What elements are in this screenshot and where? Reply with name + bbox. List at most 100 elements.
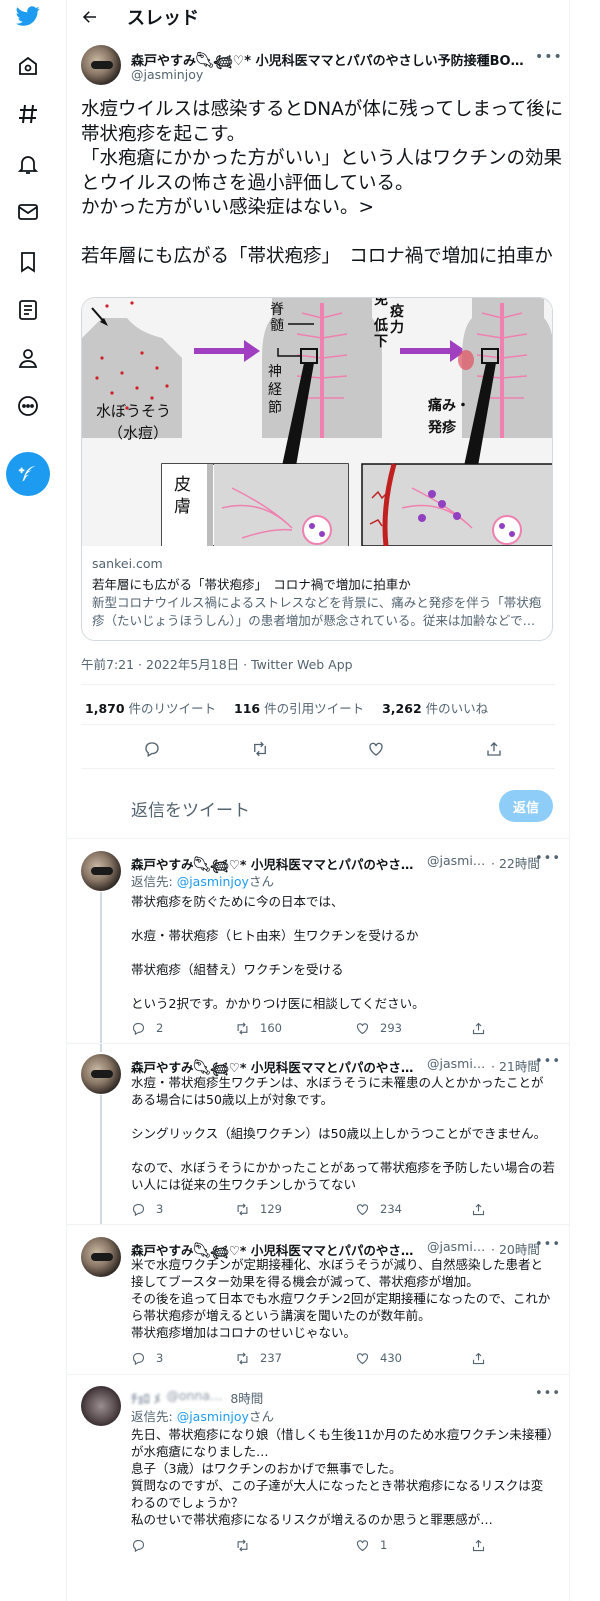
retweet-count[interactable]: 1,870 [85,701,125,716]
like-count: 234 [380,1202,402,1216]
more-options-icon[interactable]: ••• [535,50,562,69]
like-action[interactable]: 234 [355,1200,402,1218]
share-icon[interactable] [481,736,507,762]
svg-text:脊: 脊 [270,302,284,318]
tweet-author: 森戸やすみ𓆡𓆉♡* 小児科医ママとパパのやさしい予防接種BOOK @jasmin… [81,45,562,87]
divider [81,768,555,769]
retweet-icon [237,1538,248,1552]
lists-icon[interactable] [8,290,48,330]
svg-text:痛み・: 痛み・ [427,397,470,414]
share-action[interactable] [471,1349,496,1367]
retweet-action[interactable]: 129 [235,1200,282,1218]
share-icon [472,1022,485,1034]
like-action[interactable]: 430 [355,1349,402,1367]
mention-link[interactable]: @jasminjoy [177,1409,249,1424]
bookmarks-icon[interactable] [8,242,48,282]
reply-text: 米で水痘ワクチンが定期接種化、水ぼうそうが減り、自然感染した患者と接してブースタ… [131,1257,551,1340]
reply-count: 3 [156,1202,164,1216]
more-options-icon[interactable]: ••• [535,1237,561,1252]
profile-icon[interactable] [8,338,48,378]
share-icon [472,1352,485,1364]
svg-text:節: 節 [268,399,282,416]
retweet-label[interactable]: 件のリツイート [129,701,217,716]
tweet-actions [81,736,555,762]
more-circle-icon[interactable] [8,386,48,426]
avatar[interactable] [81,45,121,85]
more-options-icon[interactable]: ••• [535,1386,561,1401]
author-handle[interactable]: @jasminjoy [131,67,203,82]
svg-text:経: 経 [268,382,282,398]
share-icon [472,1539,485,1551]
svg-text:力: 力 [390,319,404,336]
reply-actions: 2 160 293 [131,1019,555,1037]
retweet-count: 237 [260,1351,282,1365]
share-action[interactable] [471,1200,496,1218]
like-action[interactable]: 1 [355,1536,387,1554]
more-options-icon[interactable]: ••• [535,851,561,866]
notifications-bell-icon[interactable] [8,144,48,184]
like-heart-icon [356,1022,369,1034]
reply-text: 水痘・帯状疱疹生ワクチンは、水ぼうそうに未罹患の人とかかったことがある場合には5… [131,1075,555,1192]
thread-line [100,1095,102,1225]
quote-label[interactable]: 件の引用ツイート [264,701,364,716]
share-action[interactable] [471,1536,496,1554]
retweet-icon [237,1351,248,1365]
reply-count: 3 [156,1351,164,1365]
share-action[interactable] [471,1019,496,1037]
share-icon [472,1203,485,1215]
reply-action[interactable]: 3 [131,1200,163,1218]
reply-action[interactable] [131,1536,156,1554]
reply-author-name[interactable]: ﾁｮﾛ ﾒ [131,1388,160,1407]
avatar[interactable] [81,1386,121,1426]
twitter-logo-icon[interactable] [8,0,48,36]
retweet-action[interactable]: 160 [235,1019,282,1037]
reply-time[interactable]: 8時間 [230,1388,263,1407]
avatar[interactable] [81,851,121,891]
explore-hashtag-icon[interactable] [8,94,48,134]
divider [67,1224,569,1225]
like-action[interactable]: 293 [355,1019,402,1037]
retweet-count: 129 [260,1202,282,1216]
avatar[interactable] [81,1237,121,1277]
tweet-text: 水痘ウイルスは感染するとDNAが体に残ってしまって後に帯状疱疹を起こす。 「水疱… [81,99,564,267]
retweet-icon[interactable] [247,736,273,762]
reply-author-handle[interactable]: @onnagi736 [166,1388,228,1407]
svg-text:神: 神 [268,364,282,380]
back-arrow-icon[interactable] [81,5,105,29]
like-label[interactable]: 件のいいね [426,701,489,716]
reply-header: ﾁｮﾛ ﾒ @onnagi736 8時間 [131,1388,551,1407]
reply-composer-input[interactable]: 返信をツイート [131,796,250,821]
reply-to-suffix: さん [248,1409,274,1424]
avatar[interactable] [81,1054,121,1094]
reply-to-label: 返信先: [131,874,177,889]
reply-actions: 3 237 430 [131,1349,555,1367]
tweet-timestamp[interactable]: 午前7:21 · 2022年5月18日 · Twitter Web App [81,654,353,673]
reply-submit-button[interactable]: 返信 [499,790,553,822]
reply-icon [132,1539,145,1552]
like-heart-icon[interactable] [363,736,389,762]
svg-text:膚: 膚 [174,497,191,517]
retweet-action[interactable] [235,1536,260,1554]
home-icon[interactable] [8,46,48,86]
reply-icon [132,1352,145,1365]
card-image: 水ぼうそう （水痘） 脊 髄 神 経 節 免 疫 力 低 下 痛み・ 発疹 皮 … [82,298,552,547]
like-heart-icon [356,1352,369,1364]
more-options-icon[interactable]: ••• [535,1054,561,1069]
like-count[interactable]: 3,262 [382,701,422,716]
quote-count[interactable]: 116 [234,701,260,716]
like-count: 1 [380,1538,388,1552]
reply-action[interactable]: 3 [131,1349,163,1367]
link-card[interactable]: 水ぼうそう （水痘） 脊 髄 神 経 節 免 疫 力 低 下 痛み・ 発疹 皮 … [81,297,553,641]
messages-mail-icon[interactable] [8,192,48,232]
svg-text:下: 下 [374,334,388,350]
svg-text:疫: 疫 [390,303,404,320]
reply-actions: 3 129 234 [131,1200,555,1218]
reply-author-handle[interactable]: @jasminjoy [427,853,489,874]
reply-time[interactable]: · 22時間 [491,853,540,874]
reply-count: 2 [156,1021,164,1035]
mention-link[interactable]: @jasminjoy [177,874,249,889]
reply-icon[interactable] [139,736,165,762]
retweet-action[interactable]: 237 [235,1349,282,1367]
compose-tweet-button[interactable] [6,452,50,496]
reply-action[interactable]: 2 [131,1019,163,1037]
